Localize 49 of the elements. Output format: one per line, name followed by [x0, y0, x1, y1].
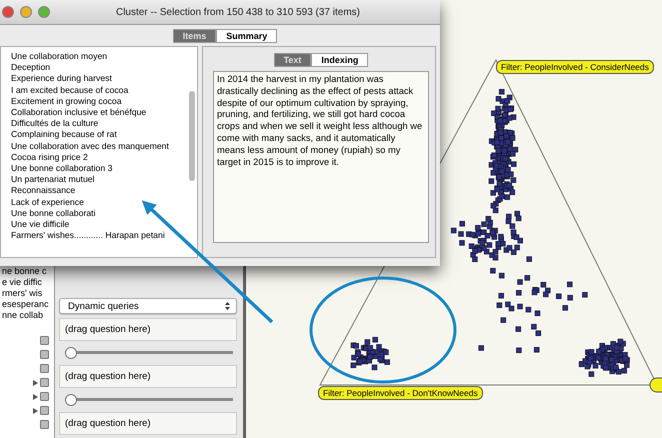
list-item[interactable]: Lack of experience: [11, 196, 189, 208]
zoom-button[interactable]: [38, 6, 50, 18]
node-icon: [40, 392, 49, 401]
list-item[interactable]: Une bonne collaboration 3: [11, 163, 189, 174]
list-item[interactable]: Un partenariat mutuel: [11, 174, 189, 186]
node-icon: [40, 378, 49, 387]
collapsed-arrow-icon[interactable]: [33, 380, 38, 386]
list-item[interactable]: esesperanc: [2, 299, 54, 310]
node-icon: [40, 420, 49, 429]
list-item[interactable]: Une collaboration moyen: [11, 51, 189, 62]
list-item[interactable]: Complaining because of rat: [11, 129, 189, 141]
list-item[interactable]: Collaboration inclusive et bénéfque: [11, 107, 189, 118]
filter-label[interactable]: Filter: PeopleInvolved - Don'tKnowNeeds: [318, 386, 483, 400]
close-button[interactable]: [2, 6, 14, 18]
scrollbar-thumb[interactable]: [189, 91, 195, 181]
minimize-button[interactable]: [20, 6, 32, 18]
window-title: Cluster -- Selection from 150 438 to 310 593 (37 items): [114, 6, 361, 18]
list-item[interactable]: Difficultés de la culture: [11, 118, 189, 130]
node-icon: [40, 406, 49, 415]
list-item[interactable]: Farmers' wishes............ Harapan petani: [11, 230, 189, 242]
list-item[interactable]: ne bonne c: [2, 266, 54, 277]
list-item[interactable]: Cocoa rising price 2: [11, 152, 189, 164]
tab[interactable]: Indexing: [311, 53, 368, 67]
list-item[interactable]: Deception: [11, 62, 189, 74]
updown-arrows-icon: [225, 302, 230, 310]
node-icon: [40, 350, 49, 359]
list-item[interactable]: rmers' wis: [2, 288, 54, 299]
list-item[interactable]: Excitement in growing cocoa: [11, 96, 189, 108]
tab[interactable]: Text: [274, 53, 312, 67]
tab[interactable]: Summary: [216, 29, 278, 43]
list-item[interactable]: Reconnaissance: [11, 185, 189, 197]
list-item[interactable]: Une vie difficile: [11, 219, 189, 230]
filter-label[interactable]: Filter: PeopleInvolved - ConsiderNeeds: [496, 60, 654, 74]
list-item[interactable]: Une bonne collaborati: [11, 208, 189, 220]
node-icon: [40, 364, 49, 373]
query-drop-field[interactable]: (drag question here): [59, 318, 237, 341]
node-icon: [40, 336, 49, 345]
query-mode-dropdown[interactable]: Dynamic queries: [59, 298, 237, 314]
list-item[interactable]: nne collab: [2, 310, 54, 321]
list-item[interactable]: Une collaboration avec des manquement: [11, 140, 189, 152]
collapsed-arrow-icon[interactable]: [33, 394, 38, 400]
collapsed-arrow-icon[interactable]: [33, 408, 38, 414]
list-item[interactable]: I am excited because of cocoa: [11, 84, 189, 96]
list-item[interactable]: Experience during harvest: [11, 73, 189, 85]
tab[interactable]: Items: [172, 29, 216, 43]
text-area[interactable]: In 2014 the harvest in my plantation was drastically declining as the effect of pests attack despite of our optimum cultivation by spraying, pruning, and fertilizing, we still got hard cocoa crops and when we sell it weight less although we come with many sacks, and it automatically means less amount of money (rupiah) so my target in 2015 is to improve it.: [213, 71, 429, 243]
list-item[interactable]: e vie diffic: [2, 277, 54, 288]
query-drop-field[interactable]: (drag question here): [59, 365, 237, 388]
query-drop-field[interactable]: (drag question here): [59, 412, 237, 435]
